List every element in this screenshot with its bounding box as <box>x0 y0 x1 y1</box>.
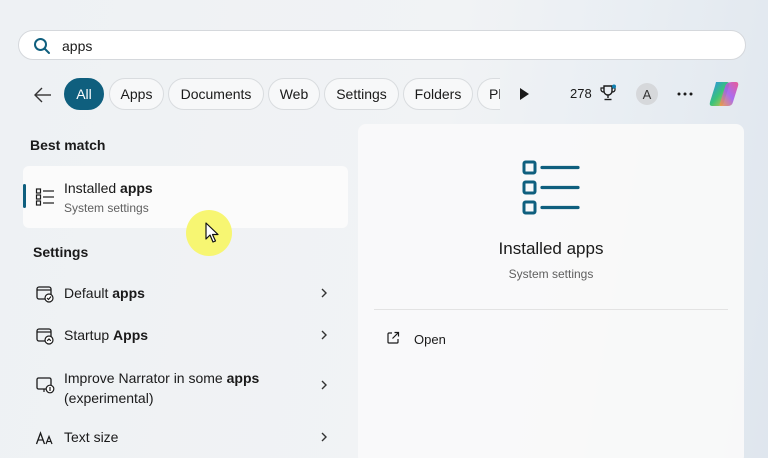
list-settings-icon <box>35 188 54 206</box>
installed-apps-large-icon <box>522 160 580 215</box>
settings-item-label: Improve Narrator in some apps <box>64 370 260 386</box>
best-match-subtitle: System settings <box>64 201 149 215</box>
search-icon <box>34 38 50 54</box>
settings-item-label: Default apps <box>64 285 145 301</box>
filter-chip-settings[interactable]: Settings <box>324 78 399 110</box>
narrator-icon <box>36 377 55 394</box>
play-icon[interactable] <box>516 86 532 102</box>
filter-chip-folders[interactable]: Folders <box>403 78 473 110</box>
trophy-icon[interactable] <box>599 84 617 102</box>
rewards-points: 278 <box>570 86 592 101</box>
settings-heading: Settings <box>33 244 89 260</box>
settings-item-label: Startup Apps <box>64 327 149 343</box>
open-button[interactable]: Open <box>382 328 522 350</box>
avatar[interactable]: A <box>636 83 658 105</box>
open-label: Open <box>414 332 446 347</box>
filter-chip-web[interactable]: Web <box>268 78 320 110</box>
settings-item-label: Text size <box>64 429 119 445</box>
best-match-title: Installed apps <box>64 180 153 196</box>
filter-chip-photos[interactable]: Ph <box>477 78 500 110</box>
preview-panel: Installed apps System settings Open <box>358 124 744 458</box>
preview-subtitle: System settings <box>508 267 594 281</box>
preview-title: Installed apps <box>498 239 604 258</box>
search-bar[interactable] <box>18 30 746 60</box>
filter-chip-all[interactable]: All <box>64 78 104 110</box>
startup-apps-icon <box>36 328 54 345</box>
open-external-icon <box>387 331 400 344</box>
settings-item-default-apps[interactable]: Default apps <box>23 278 348 308</box>
default-apps-icon <box>36 286 54 303</box>
settings-item-startup-apps[interactable]: Startup Apps <box>23 320 348 350</box>
selection-indicator <box>23 184 26 208</box>
filter-chip-apps[interactable]: Apps <box>109 78 164 110</box>
chevron-right-icon <box>321 330 327 340</box>
chevron-right-icon <box>321 432 327 442</box>
text-size-icon <box>35 431 53 445</box>
more-options-icon[interactable] <box>674 84 696 104</box>
preview-divider <box>374 309 728 310</box>
chevron-right-icon <box>321 288 327 298</box>
filter-chip-documents[interactable]: Documents <box>168 78 264 110</box>
mouse-pointer-icon <box>205 222 219 243</box>
best-match-installed-apps[interactable]: Installed apps System settings <box>23 166 348 228</box>
settings-item-label-line2: (experimental) <box>64 390 154 406</box>
copilot-icon[interactable] <box>707 78 741 110</box>
settings-item-improve-narrator[interactable]: Improve Narrator in some apps (experimen… <box>23 362 348 408</box>
back-arrow-icon[interactable] <box>32 84 54 106</box>
settings-item-text-size[interactable]: Text size <box>23 422 348 452</box>
chevron-right-icon <box>321 380 327 390</box>
best-match-heading: Best match <box>30 137 106 153</box>
search-input[interactable] <box>62 35 722 57</box>
